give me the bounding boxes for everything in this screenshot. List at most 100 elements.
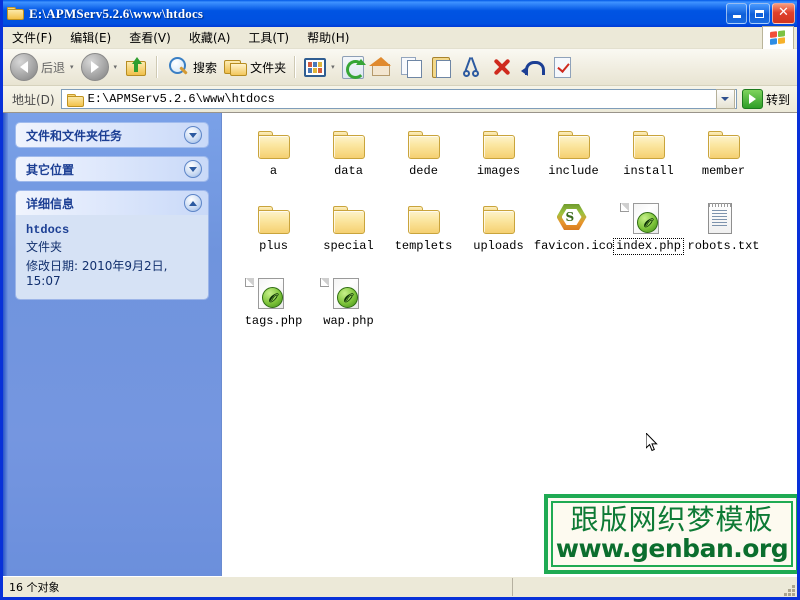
maximize-button[interactable] [749, 3, 770, 24]
up-button[interactable] [121, 52, 151, 82]
views-dropdown-icon[interactable]: ▾ [331, 63, 335, 71]
window-title: E:\APMServ5.2.6\www\htdocs [29, 6, 720, 22]
file-item[interactable]: 𝒪index.php [611, 202, 686, 274]
chevron-up-icon[interactable] [184, 194, 202, 212]
panel-other-places-header[interactable]: 其它位置 [16, 157, 208, 181]
details-type: 文件夹 [26, 238, 198, 255]
panel-details[interactable]: 详细信息 htdocs 文件夹 修改日期: 2010年9月2日, 15:07 [16, 191, 208, 299]
menu-item-tools[interactable]: 工具(T) [239, 27, 298, 48]
file-item[interactable]: plus [236, 202, 311, 274]
resize-grip[interactable] [781, 582, 795, 596]
folders-button[interactable]: 文件夹 [220, 52, 289, 82]
panel-other-places[interactable]: 其它位置 [16, 157, 208, 181]
folder-icon [481, 127, 517, 161]
chevron-down-icon[interactable] [184, 126, 202, 144]
window-body: 文件和文件夹任务 其它位置 详细信息 htdocs 文件夹 修改日 [3, 113, 797, 576]
properties-icon [550, 55, 574, 79]
menu-item-file[interactable]: 文件(F) [3, 27, 61, 48]
chevron-down-icon[interactable] [184, 160, 202, 178]
search-button[interactable]: 搜索 [163, 52, 220, 82]
address-dropdown-button[interactable] [716, 89, 735, 109]
panel-file-tasks-title: 文件和文件夹任务 [26, 127, 184, 144]
details-name: htdocs [26, 223, 198, 237]
file-item[interactable]: a [236, 127, 311, 199]
folders-label: 文件夹 [250, 59, 286, 76]
file-label: wap.php [321, 314, 375, 329]
paste-icon [430, 55, 454, 79]
copy-icon [400, 55, 424, 79]
address-label: 地址(D) [6, 91, 61, 108]
file-label: robots.txt [686, 239, 762, 254]
views-icon [304, 58, 326, 77]
cut-button[interactable] [457, 52, 487, 82]
folder-icon [256, 202, 292, 236]
menu-bar: 文件(F) 编辑(E) 查看(V) 收藏(A) 工具(T) 帮助(H) [3, 27, 797, 49]
minimize-button[interactable] [726, 3, 747, 24]
views-button[interactable] [301, 52, 329, 82]
file-item[interactable]: install [611, 127, 686, 199]
toolbar: 后退 ▾ ▾ 搜索 文件夹 ▾ [3, 49, 797, 86]
file-item[interactable]: 𝒪tags.php [236, 277, 311, 349]
undo-button[interactable] [517, 52, 547, 82]
file-item[interactable]: include [536, 127, 611, 199]
explorer-window: E:\APMServ5.2.6\www\htdocs ✕ 文件(F) 编辑(E)… [0, 0, 800, 600]
address-input[interactable]: E:\APMServ5.2.6\www\htdocs [61, 89, 737, 109]
forward-dropdown-icon[interactable]: ▾ [114, 63, 118, 71]
file-item[interactable]: dede [386, 127, 461, 199]
file-item[interactable]: uploads [461, 202, 536, 274]
file-label: install [621, 164, 675, 179]
watermark-chinese: 跟版网织梦模板 [570, 505, 773, 535]
go-button[interactable]: 转到 [737, 89, 794, 109]
file-label: plus [257, 239, 290, 254]
details-modified: 修改日期: 2010年9月2日, 15:07 [26, 259, 198, 289]
file-item[interactable]: 𝒪wap.php [311, 277, 386, 349]
file-item[interactable]: member [686, 127, 761, 199]
address-bar: 地址(D) E:\APMServ5.2.6\www\htdocs 转到 [3, 86, 797, 113]
toolbar-separator [156, 56, 158, 78]
properties-button[interactable] [547, 52, 577, 82]
folder-icon [406, 202, 442, 236]
file-label: include [546, 164, 600, 179]
watermark-logo: 跟版网织梦模板 www.genban.org [544, 494, 797, 574]
folder-icon [631, 127, 667, 161]
folders-icon [223, 55, 247, 79]
file-item[interactable]: images [461, 127, 536, 199]
refresh-button[interactable] [339, 52, 367, 82]
file-item[interactable]: robots.txt [686, 202, 761, 274]
file-label: dede [407, 164, 440, 179]
file-item[interactable]: special [311, 202, 386, 274]
folder-icon [481, 202, 517, 236]
menu-item-view[interactable]: 查看(V) [120, 27, 180, 48]
panel-other-places-title: 其它位置 [26, 161, 184, 178]
paste-button[interactable] [427, 52, 457, 82]
back-button[interactable]: 后退 [7, 52, 68, 82]
address-value: E:\APMServ5.2.6\www\htdocs [88, 92, 275, 106]
file-item[interactable]: Sfavicon.ico [536, 202, 611, 274]
status-right [513, 578, 797, 596]
file-item[interactable]: templets [386, 202, 461, 274]
folder-icon [331, 202, 367, 236]
menu-item-help[interactable]: 帮助(H) [298, 27, 358, 48]
forward-button[interactable] [78, 52, 112, 82]
file-item[interactable]: data [311, 127, 386, 199]
file-label: special [321, 239, 375, 254]
home-button[interactable] [367, 52, 397, 82]
file-list-pane[interactable]: adata dede images include install member plus s… [222, 113, 797, 576]
panel-file-tasks[interactable]: 文件和文件夹任务 [16, 123, 208, 147]
menu-item-edit[interactable]: 编辑(E) [61, 27, 120, 48]
close-button[interactable]: ✕ [772, 3, 795, 24]
panel-details-title: 详细信息 [26, 195, 184, 212]
panel-details-header[interactable]: 详细信息 [16, 191, 208, 215]
refresh-icon [342, 56, 364, 79]
status-bar: 16 个对象 [3, 576, 797, 597]
file-label: index.php [614, 239, 683, 254]
delete-button[interactable] [487, 52, 517, 82]
folder-icon [556, 127, 592, 161]
file-label: favicon.ico [532, 239, 615, 254]
toolbar-separator [294, 56, 296, 78]
menu-item-favorites[interactable]: 收藏(A) [180, 27, 240, 48]
file-label: tags.php [243, 314, 305, 329]
back-dropdown-icon[interactable]: ▾ [70, 63, 74, 71]
copy-button[interactable] [397, 52, 427, 82]
panel-file-tasks-header[interactable]: 文件和文件夹任务 [16, 123, 208, 147]
